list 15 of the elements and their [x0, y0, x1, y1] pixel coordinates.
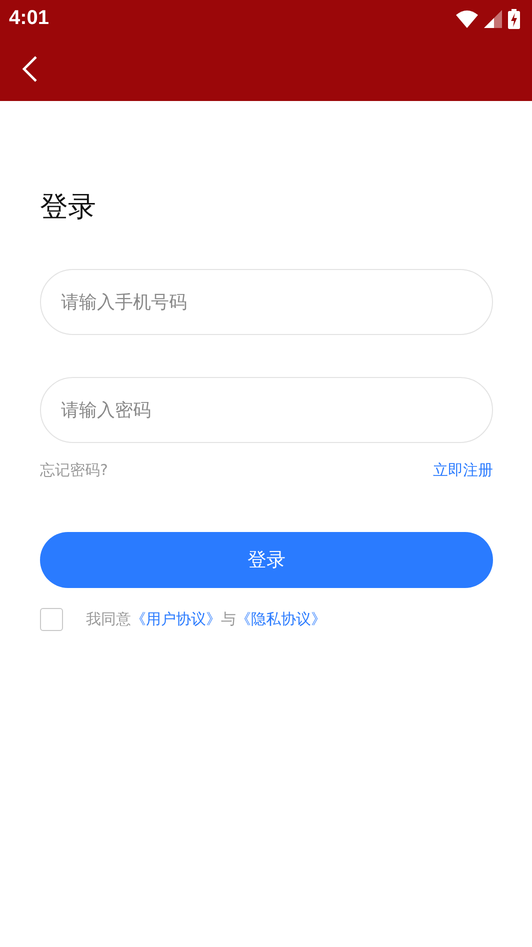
page-title: 登录 — [40, 189, 97, 225]
forgot-password-link[interactable]: 忘记密码? — [40, 459, 108, 481]
status-time: 4:01 — [9, 7, 50, 30]
battery-charging-icon — [508, 8, 520, 28]
agreement-link[interactable]: 《用户协议》 — [131, 610, 221, 628]
login-button[interactable]: 登录 — [40, 532, 493, 588]
phone-field[interactable]: 请输入手机号码 — [40, 269, 493, 335]
back-button[interactable] — [22, 54, 40, 84]
agreement-text: 我同意《用户协议》与《隐私协议》 — [86, 610, 326, 629]
signal-icon — [484, 10, 502, 28]
wifi-icon — [456, 10, 478, 28]
password-field[interactable]: 请输入密码 — [40, 377, 493, 443]
checkbox[interactable] — [40, 608, 63, 631]
agreement-link[interactable]: 《隐私协议》 — [236, 610, 326, 628]
register-link[interactable]: 立即注册 — [433, 459, 493, 481]
